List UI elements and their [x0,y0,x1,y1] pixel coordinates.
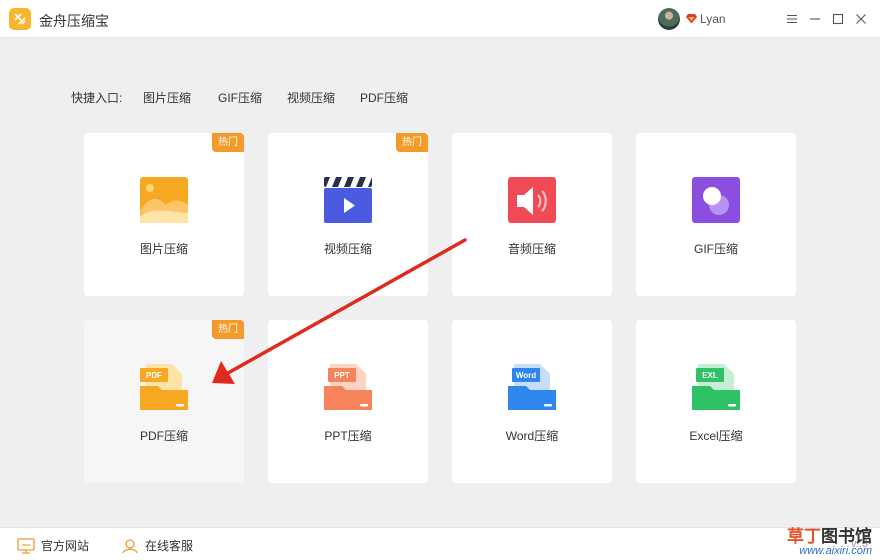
video-icon [324,177,372,225]
watermark: 草丁图书馆 www.aixiri.com [787,528,872,557]
menu-icon [787,14,797,24]
quick-entry-label: 快捷入口: [71,91,123,105]
pdf-folder-icon: PDF [140,364,188,412]
card-label: 音频压缩 [507,242,556,256]
card-label: Word压缩 [505,429,559,443]
card-video-compress[interactable]: 热门 视频压缩 [268,133,428,296]
card-pdf-compress[interactable]: 热门 PDF PDF压缩 [84,320,244,483]
official-website-label: 官方网站 [41,539,90,553]
svg-text:Word: Word [516,371,536,380]
online-service-label: 在线客服 [145,539,194,553]
card-audio-compress[interactable]: 音频压缩 [452,133,612,296]
hot-badge: 热门 [212,133,244,152]
maximize-icon [832,13,844,25]
username[interactable]: Lyan [700,12,726,26]
svg-text:PDF: PDF [146,371,162,380]
image-icon [140,177,188,225]
excel-folder-icon: EXL [692,364,740,412]
card-word-compress[interactable]: Word Word压缩 [452,320,612,483]
card-label: Excel压缩 [689,429,743,443]
avatar[interactable] [658,8,680,30]
audio-icon [508,177,556,225]
quick-link-gif[interactable]: GIF压缩 [218,89,262,106]
card-label: 图片压缩 [139,242,188,256]
menu-button[interactable] [782,9,802,29]
close-button[interactable] [851,9,871,29]
hot-badge: 热门 [396,133,428,152]
card-excel-compress[interactable]: EXL Excel压缩 [636,320,796,483]
card-label: 视频压缩 [323,242,372,256]
watermark-text-b: 图书馆 [821,527,872,546]
monitor-icon [17,537,35,554]
card-label: PDF压缩 [139,429,188,443]
minimize-icon [810,18,820,20]
quick-link-video[interactable]: 视频压缩 [287,89,335,106]
maximize-button[interactable] [828,9,848,29]
quick-link-pdf[interactable]: PDF压缩 [360,89,408,106]
card-gif-compress[interactable]: GIF压缩 [636,133,796,296]
svg-text:PPT: PPT [334,371,350,380]
hot-badge: 热门 [212,320,244,339]
bottom-bar: 官方网站 在线客服 v..3 [0,527,880,560]
customer-service-icon [122,538,138,553]
card-label: PPT压缩 [324,429,372,443]
app-logo-icon [9,8,31,30]
word-folder-icon: Word [508,364,556,412]
svg-text:EXL: EXL [702,371,718,380]
ppt-folder-icon: PPT [324,364,372,412]
title-bar: 金舟压缩宝 Lyan [0,0,880,38]
online-service-link[interactable]: 在线客服 [121,537,193,554]
watermark-url: www.aixiri.com [799,545,872,557]
watermark-text-a: 草丁 [787,527,821,546]
app-title: 金舟压缩宝 [39,13,109,29]
vip-diamond-icon [686,14,697,24]
minimize-button[interactable] [805,9,825,29]
card-label: GIF压缩 [694,242,738,256]
close-icon [856,14,866,24]
quick-link-image[interactable]: 图片压缩 [143,89,191,106]
official-website-link[interactable]: 官方网站 [17,537,89,554]
card-ppt-compress[interactable]: PPT PPT压缩 [268,320,428,483]
card-image-compress[interactable]: 热门 图片压缩 [84,133,244,296]
gif-icon [692,177,740,225]
